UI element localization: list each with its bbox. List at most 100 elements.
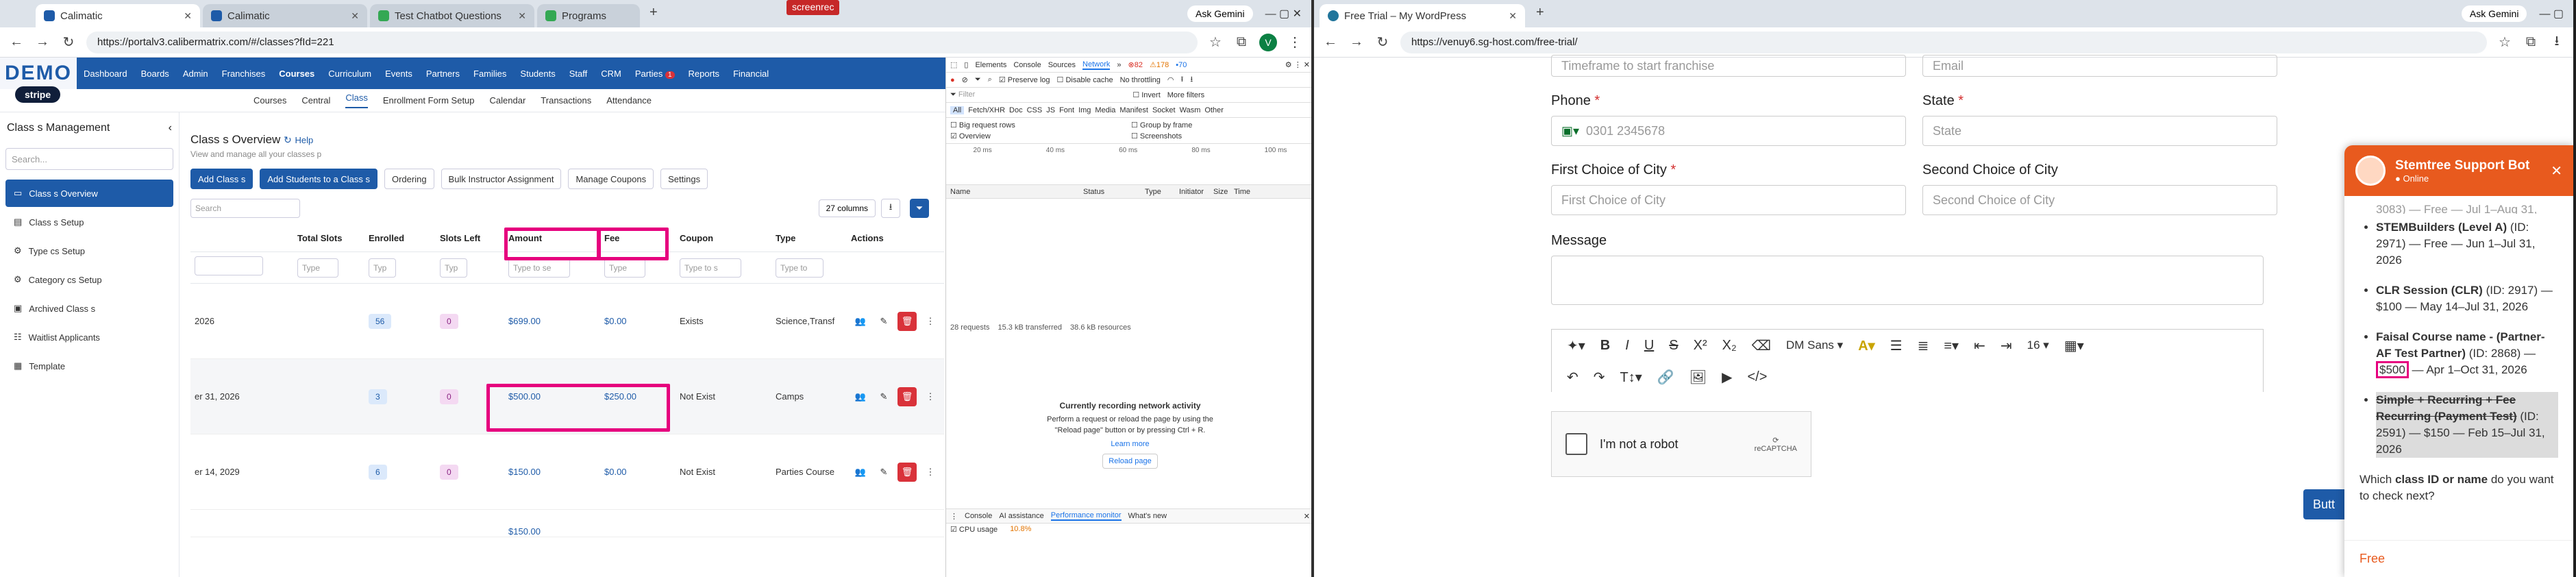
add-class-button[interactable]: Add Class s [190,169,253,189]
inspect-icon[interactable]: ⬚ [950,60,957,69]
group-frame-checkbox[interactable]: ☐ Group by frame [1131,121,1310,130]
filter-funnel-icon[interactable]: ⏷ [975,75,981,84]
close-chat-icon[interactable]: ✕ [2551,162,2562,180]
nav-dashboard[interactable]: Dashboard [77,69,134,79]
sidebar-item-archived[interactable]: ▣ Archived Class s [5,295,173,322]
tab-programs[interactable]: Programs [537,4,640,27]
nav-curriculum[interactable]: Curriculum [321,69,378,79]
big-rows-checkbox[interactable]: ☐ Big request rows [950,121,1129,130]
new-tab-icon[interactable]: + [1536,5,1544,21]
subnav-courses[interactable]: Courses [253,95,286,106]
reload-icon[interactable]: ↻ [1374,34,1391,51]
col-total-slots[interactable]: Total Slots [293,233,364,243]
more-tabs-icon[interactable]: » [1117,61,1121,69]
edit-icon[interactable]: ✎ [874,463,893,482]
superscript-icon[interactable]: X² [1694,338,1707,354]
subnav-transactions[interactable]: Transactions [541,95,591,106]
filter-amount[interactable]: Type to se [504,258,600,278]
filter-icon[interactable]: ⏷ [910,199,929,218]
type-css[interactable]: CSS [1027,106,1043,114]
forward-icon[interactable]: → [1348,34,1365,50]
ask-gemini-button[interactable]: Ask Gemini [2461,5,2527,22]
new-tab-icon[interactable]: + [649,5,658,21]
align-icon[interactable]: ≡▾ [1944,337,1959,354]
bookmark-star-icon[interactable]: ☆ [1207,34,1224,51]
nav-franchises[interactable]: Franchises [215,69,273,79]
columns-chooser[interactable]: 27 columns [818,199,876,217]
upload-icon[interactable]: ⭱ [1180,73,1183,86]
drawer-ai-assistance[interactable]: AI assistance [999,512,1043,520]
close-tab-icon[interactable]: ✕ [184,10,192,22]
collapse-sidebar-icon[interactable]: ‹ [169,122,172,134]
filter-date[interactable] [190,256,293,279]
back-icon[interactable]: ← [1322,34,1339,50]
close-tab-icon[interactable]: ✕ [351,10,359,22]
nav-reports[interactable]: Reports [682,69,727,79]
devtools-settings-icon[interactable]: ⚙ ⋮ ✕ [1285,60,1310,69]
delete-icon[interactable]: 🗑 [897,462,917,482]
cpu-checkbox[interactable]: ☑ CPU usage [950,525,998,534]
manage-coupons-button[interactable]: Manage Coupons [568,169,654,189]
preserve-log-checkbox[interactable]: ☑ Preserve log [999,75,1050,84]
undo-icon[interactable]: ↶ [1567,369,1578,386]
type-font[interactable]: Font [1059,106,1074,114]
chat-input-area[interactable]: Free [2344,540,2573,577]
numbered-list-icon[interactable]: ≣ [1918,337,1929,354]
filter-enrolled[interactable]: Typ [364,258,436,278]
th-type[interactable]: Type [1145,188,1179,196]
more-icon[interactable]: ⋮ [921,312,940,331]
device-icon[interactable]: ▯ [964,60,968,69]
nav-students[interactable]: Students [513,69,562,79]
tab-calimatic[interactable]: Calimatic ✕ [203,4,367,27]
close-tab-icon[interactable]: ✕ [518,10,526,22]
state-input[interactable]: State [1922,116,2277,146]
tab-calimatic-active[interactable]: Calimatic ✕ [36,4,200,27]
more-filters-dropdown[interactable]: More filters [1167,91,1204,99]
delete-icon[interactable]: 🗑 [897,386,917,406]
font-family-select[interactable]: DM Sans ▾ [1786,339,1843,352]
email-input[interactable]: Email [1922,55,2277,77]
learn-more-link[interactable]: Learn more [946,439,1311,450]
drawer-menu-icon[interactable]: ⋮ [950,512,958,521]
users-icon[interactable]: 👥 [851,312,870,331]
type-other[interactable]: Other [1204,106,1224,114]
back-icon[interactable]: ← [8,34,25,50]
filter-fee[interactable]: Type [600,258,676,278]
search-icon[interactable]: ⌕ [988,75,992,84]
subnav-attendance[interactable]: Attendance [606,95,652,106]
drawer-console[interactable]: Console [965,512,992,520]
city1-input[interactable]: First Choice of City [1551,185,1906,215]
type-manifest[interactable]: Manifest [1119,106,1148,114]
outdent-icon[interactable]: ⇤ [1974,337,1985,354]
network-filter-input[interactable]: ⏷ Filter [950,90,975,99]
window-controls[interactable]: — ▢ ✕ [1265,7,1302,21]
bold-icon[interactable]: B [1600,338,1610,354]
col-enrolled[interactable]: Enrolled [364,233,436,243]
italic-icon[interactable]: I [1625,338,1629,354]
sidebar-item-overview[interactable]: ▭ Class s Overview [5,180,173,207]
type-wasm[interactable]: Wasm [1180,106,1201,114]
reload-page-button[interactable]: Reload page [1102,454,1158,469]
city2-input[interactable]: Second Choice of City [1922,185,2277,215]
redo-icon[interactable]: ↷ [1594,369,1605,386]
profile-avatar[interactable]: V [1259,33,1277,51]
th-time[interactable]: Time [1234,188,1261,196]
sidebar-item-category-setup[interactable]: ⚙ Category cs Setup [5,266,173,293]
link-icon[interactable]: 🔗 [1657,369,1674,386]
text-color-icon[interactable]: A▾ [1858,337,1874,354]
drawer-performance-monitor[interactable]: Performance monitor [1050,511,1122,521]
add-students-button[interactable]: Add Students to a Class s [260,169,377,189]
nav-partners[interactable]: Partners [419,69,467,79]
clear-icon[interactable]: ⊘ [962,75,968,84]
filter-coupon[interactable]: Type to s [676,258,771,278]
tab-test-chatbot[interactable]: Test Chatbot Questions ✕ [370,4,534,27]
url-field[interactable]: https://venuy6.sg-host.com/free-trial/ [1400,31,2487,53]
more-icon[interactable]: ⋮ [921,387,940,406]
record-icon[interactable]: ● [950,76,955,84]
extensions-icon[interactable]: ⧉ [1233,34,1250,50]
recaptcha-checkbox[interactable] [1565,433,1587,455]
nav-families[interactable]: Families [467,69,513,79]
invert-checkbox[interactable]: ☐ Invert [1132,90,1160,99]
devtab-sources[interactable]: Sources [1048,61,1076,69]
nav-courses[interactable]: Courses [272,69,321,79]
